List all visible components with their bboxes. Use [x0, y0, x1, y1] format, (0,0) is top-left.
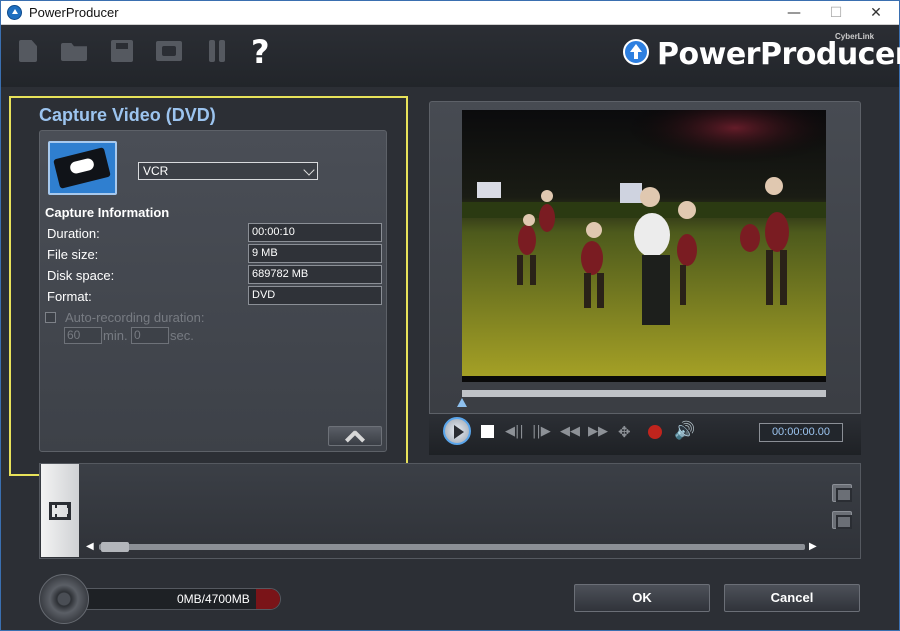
video-frame-image: [462, 110, 826, 382]
ok-button[interactable]: OK: [574, 584, 710, 612]
save-project-icon[interactable]: [109, 38, 135, 64]
duration-seconds-input[interactable]: 0: [131, 327, 169, 344]
volume-icon[interactable]: 🔊: [674, 421, 695, 441]
tools-icon[interactable]: [204, 38, 230, 64]
capture-settings-button[interactable]: [328, 426, 382, 446]
file-size-value: 9 MB: [248, 244, 382, 263]
play-button[interactable]: [443, 417, 471, 445]
stop-button[interactable]: [481, 425, 494, 438]
rewind-button[interactable]: ◀◀: [560, 425, 580, 439]
capture-info-heading: Capture Information: [45, 205, 170, 220]
snapshot-button[interactable]: ✥: [618, 425, 631, 440]
open-project-icon[interactable]: [61, 38, 87, 64]
close-button[interactable]: ✕: [853, 1, 899, 25]
cancel-button[interactable]: Cancel: [724, 584, 860, 612]
powerproducer-logo: CyberLink PowerProducer: [623, 32, 900, 74]
vcr-cassette-icon: [48, 141, 117, 195]
duration-minutes-input[interactable]: 60: [64, 327, 102, 344]
auto-recording-label: Auto-recording duration:: [65, 310, 205, 325]
next-frame-button[interactable]: ||▶: [532, 425, 551, 439]
minutes-unit: min.: [103, 328, 128, 343]
scrollbar-thumb[interactable]: [101, 542, 129, 552]
minimize-button[interactable]: —: [771, 1, 817, 25]
capture-source-select[interactable]: VCR: [138, 162, 318, 180]
title-bar: PowerProducer — ☐ ✕: [1, 1, 899, 25]
disc-usage-text: 0MB/4700MB: [177, 592, 250, 606]
duration-value: 00:00:10: [248, 223, 382, 242]
scroll-right-arrow[interactable]: ▶: [809, 541, 817, 552]
delete-clip-icon[interactable]: [832, 511, 852, 529]
timecode-display: 00:00:00.00: [759, 423, 843, 442]
upload-arrow-icon: [623, 39, 649, 65]
capture-source-value: VCR: [143, 164, 169, 178]
logo-product: PowerProducer: [657, 37, 900, 72]
format-label: Format:: [47, 289, 92, 304]
storyboard-scrollbar[interactable]: [99, 544, 805, 550]
hammer-icon: [352, 430, 366, 443]
film-strip-icon: [49, 502, 71, 520]
disk-space-label: Disk space:: [47, 268, 115, 283]
help-icon[interactable]: ?: [251, 33, 270, 71]
disk-space-value: 689782 MB: [248, 265, 382, 284]
fast-forward-button[interactable]: ▶▶: [588, 425, 608, 439]
auto-recording-checkbox[interactable]: [45, 312, 56, 323]
video-preview: [462, 110, 826, 382]
previous-frame-button[interactable]: ◀||: [505, 425, 524, 439]
record-button[interactable]: [648, 425, 662, 439]
format-value: DVD: [248, 286, 382, 305]
app-window: PowerProducer — ☐ ✕ ? CyberLink PowerPro…: [0, 0, 900, 631]
disc-capacity-fill: [256, 589, 280, 609]
file-size-label: File size:: [47, 247, 99, 262]
disc-icon: [39, 574, 89, 624]
burn-icon[interactable]: [156, 38, 182, 64]
capture-title: Capture Video (DVD): [39, 105, 216, 125]
seconds-unit: sec.: [170, 328, 194, 343]
scroll-left-arrow[interactable]: ◀: [86, 541, 94, 552]
import-clip-icon[interactable]: [832, 484, 852, 502]
new-project-icon[interactable]: [15, 38, 41, 64]
window-title: PowerProducer: [29, 5, 119, 20]
duration-label: Duration:: [47, 226, 100, 241]
app-icon: [7, 5, 22, 20]
seek-thumb[interactable]: [457, 398, 467, 407]
seek-bar[interactable]: [462, 390, 826, 397]
chevron-down-icon: [303, 164, 315, 176]
